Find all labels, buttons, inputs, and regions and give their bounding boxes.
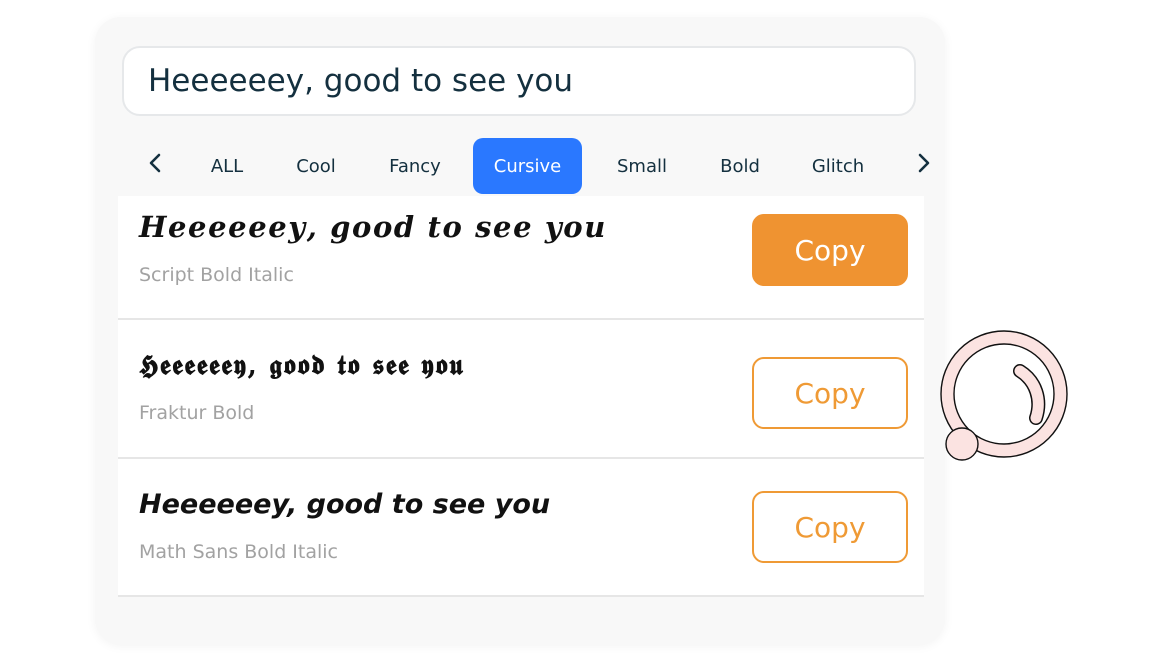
tab-bold[interactable]: Bold [702, 138, 778, 194]
category-tabs: ALL Cool Fancy Cursive Small Bold Glitch [122, 138, 932, 194]
tab-cursive[interactable]: Cursive [473, 138, 582, 194]
tab-cool[interactable]: Cool [280, 138, 352, 194]
tab-fancy[interactable]: Fancy [373, 138, 457, 194]
chevron-left-icon[interactable] [135, 138, 175, 188]
styled-text-preview: Heeeeeey, good to see you [139, 489, 551, 520]
result-row: 𝕳𝖊𝖊𝖊𝖊𝖊𝖊𝖞, 𝖌𝖔𝖔𝖉 𝖙𝖔 𝖘𝖊𝖊 𝖞𝖔𝖚 Fraktur Bold C… [118, 320, 924, 459]
copy-button[interactable]: Copy [752, 214, 908, 286]
style-name-label: Script Bold Italic [139, 264, 294, 286]
copy-button[interactable]: Copy [752, 357, 908, 429]
tab-small[interactable]: Small [600, 138, 684, 194]
copy-button[interactable]: Copy [752, 491, 908, 563]
pointer-cursor-icon [940, 330, 1068, 461]
style-name-label: Math Sans Bold Italic [139, 541, 338, 563]
tab-all[interactable]: ALL [192, 138, 262, 194]
search-field-container [122, 46, 916, 116]
result-row: Heeeeeey, good to see you Math Sans Bold… [118, 459, 924, 597]
result-row: 𝑯𝒆𝒆𝒆𝒆𝒆𝒆𝒚, 𝒈𝒐𝒐𝒅 𝒕𝒐 𝒔𝒆𝒆 𝒚𝒐𝒖 Script Bold It… [118, 196, 924, 320]
chevron-right-icon[interactable] [904, 138, 944, 188]
styled-text-preview: 𝑯𝒆𝒆𝒆𝒆𝒆𝒆𝒚, 𝒈𝒐𝒐𝒅 𝒕𝒐 𝒔𝒆𝒆 𝒚𝒐𝒖 [139, 210, 607, 244]
style-name-label: Fraktur Bold [139, 402, 255, 424]
text-input[interactable] [148, 48, 888, 114]
results-list: 𝑯𝒆𝒆𝒆𝒆𝒆𝒆𝒚, 𝒈𝒐𝒐𝒅 𝒕𝒐 𝒔𝒆𝒆 𝒚𝒐𝒖 Script Bold It… [118, 196, 924, 597]
tab-glitch[interactable]: Glitch [796, 138, 880, 194]
styled-text-preview: 𝕳𝖊𝖊𝖊𝖊𝖊𝖊𝖞, 𝖌𝖔𝖔𝖉 𝖙𝖔 𝖘𝖊𝖊 𝖞𝖔𝖚 [139, 350, 465, 381]
